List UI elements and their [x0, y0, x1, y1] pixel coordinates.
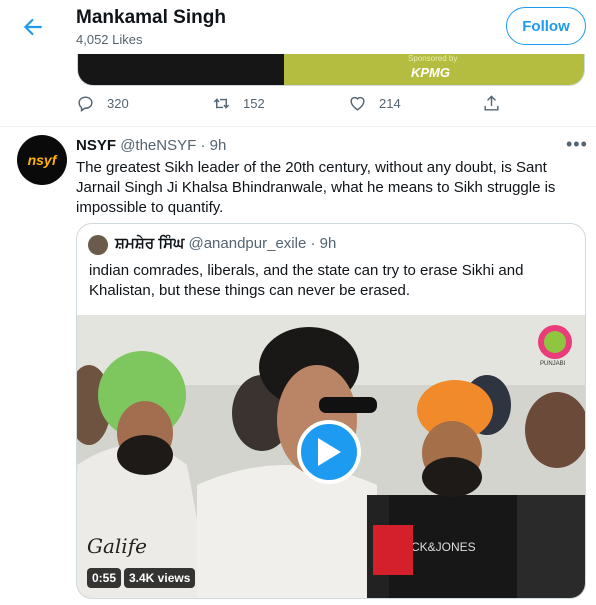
quoted-tweet[interactable]: ਸ਼ਮਸ਼ੇਰ ਸਿੰਘ @anandpur_exile · 9h indian…: [76, 223, 586, 599]
avatar[interactable]: nsyf: [17, 135, 67, 185]
quote-text: indian comrades, liberals, and the state…: [89, 262, 524, 299]
video-duration: 0:55: [87, 568, 122, 588]
shirt-text: Galife: [87, 534, 147, 558]
more-options-icon[interactable]: •••: [566, 134, 588, 155]
like-count: 214: [379, 96, 401, 111]
sponsor-text: Sponsored by: [408, 54, 458, 63]
play-button[interactable]: [297, 420, 361, 484]
media-dark-panel: [78, 54, 284, 85]
reply-count: 320: [107, 96, 129, 111]
quote-author-handle: @anandpur_exile: [188, 235, 307, 252]
video-views: 3.4K views: [124, 568, 196, 588]
retweet-count: 152: [243, 96, 265, 111]
quote-avatar: [88, 235, 108, 255]
video-player[interactable]: PUNJABI Galife JACK&JONES 0:55 3.4K view…: [77, 315, 585, 598]
channel-logo-text: PUNJABI: [540, 361, 566, 367]
share-button[interactable]: [482, 94, 513, 113]
quote-header: ਸ਼ਮਸ਼ੇਰ ਸਿੰਘ @anandpur_exile · 9h: [115, 235, 336, 252]
retweet-icon: [213, 97, 230, 110]
tweet-author-name[interactable]: NSYF: [76, 137, 116, 154]
heart-icon: [350, 96, 365, 111]
quote-author-name: ਸ਼ਮਸ਼ੇਰ ਸਿੰਘ: [115, 235, 185, 252]
sponsor-brand: KPMG: [411, 65, 450, 80]
profile-name[interactable]: Mankamal Singh: [76, 7, 226, 29]
tweet-divider: [0, 126, 596, 127]
reply-icon: [78, 96, 93, 113]
tweet-text: The greatest Sikh leader of the 20th cen…: [76, 159, 556, 216]
avatar-logo-text: nsyf: [27, 152, 57, 168]
quote-time: · 9h: [310, 235, 337, 252]
profile-header: Mankamal Singh 4,052 Likes Follow: [0, 0, 596, 54]
tweet-header: NSYF @theNSYF · 9h: [76, 137, 226, 154]
share-icon: [484, 95, 499, 111]
back-arrow-icon[interactable]: [20, 14, 46, 40]
play-icon: [318, 438, 341, 466]
tweet-time[interactable]: · 9h: [200, 137, 226, 154]
tweet-author-handle[interactable]: @theNSYF: [120, 137, 196, 154]
likes-count: 4,052 Likes: [76, 32, 143, 47]
like-button[interactable]: 214: [348, 94, 401, 113]
retweet-button[interactable]: 152: [212, 94, 265, 113]
reply-button[interactable]: 320: [76, 94, 129, 113]
tweet-action-bar: 320 152 214: [76, 94, 506, 116]
previous-tweet-media[interactable]: Sponsored by KPMG: [77, 54, 585, 86]
follow-button[interactable]: Follow: [506, 7, 586, 45]
